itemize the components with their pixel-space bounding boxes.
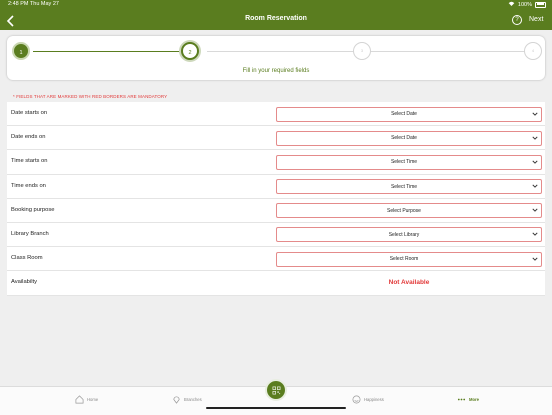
tab-home[interactable]: Home (75, 395, 98, 404)
chevron-down-icon (532, 232, 538, 237)
next-button[interactable]: Next (529, 16, 543, 23)
select-placeholder: Select Library (388, 231, 420, 238)
status-time: 2:48 PM Thu May 27 (8, 1, 59, 7)
availability-status: Not Available (388, 278, 430, 286)
tab-label: Home (87, 397, 99, 402)
qr-scan-button[interactable] (265, 379, 287, 401)
form-row-time-end: Time ends on Select Time (7, 174, 545, 199)
field-label: Library Branch (11, 230, 49, 237)
field-label: Time starts on (11, 158, 48, 165)
booking-purpose-select[interactable]: Select Purpose (276, 203, 542, 219)
step-4: 4 (524, 42, 542, 60)
form-row-library-branch: Library Branch Select Library (7, 222, 545, 248)
stepper-caption: Fill in your required fields (242, 68, 310, 74)
select-placeholder: Select Date (391, 111, 417, 117)
progress-stepper: 1 2 3 4 Fill in your required fields (7, 36, 545, 80)
field-label: Time ends on (11, 182, 46, 189)
select-placeholder: Select Time (390, 159, 418, 166)
step-3: 3 (353, 42, 371, 60)
form-row-class-room: Class Room Select Room (7, 247, 545, 272)
field-label: Availabilty (11, 279, 37, 286)
form-row-time-start: Time starts on Select Time (7, 150, 545, 175)
tab-label: More (469, 397, 480, 402)
chevron-down-icon (532, 160, 538, 164)
wifi-icon (508, 1, 515, 8)
step-2-current: 2 (181, 42, 199, 60)
mandatory-fields-note: * FIELDS THAT ARE MARKED WITH RED BORDER… (13, 94, 168, 99)
tab-label: Branches (184, 397, 202, 402)
select-placeholder: Select Room (389, 256, 419, 263)
more-dots-icon (457, 398, 466, 401)
help-icon[interactable]: ? (512, 15, 522, 25)
home-indicator (206, 407, 346, 409)
status-indicators: 100% (508, 1, 546, 8)
chevron-down-icon (532, 136, 538, 140)
tab-branches[interactable]: Branches (172, 395, 202, 404)
chevron-down-icon (532, 208, 538, 213)
field-label: Class Room (11, 255, 43, 262)
smiley-icon (352, 395, 361, 404)
form-row-date-start: Date starts on Select Date (7, 102, 545, 127)
home-icon (75, 395, 84, 404)
qr-code-icon (272, 386, 280, 394)
library-branch-select[interactable]: Select Library (276, 227, 542, 243)
reservation-form: Date starts on Select Date Date ends on … (7, 102, 545, 296)
time-start-select[interactable]: Select Time (276, 154, 542, 170)
select-placeholder: Select Time (390, 183, 418, 190)
date-start-select[interactable]: Select Date (276, 106, 542, 122)
battery-percent: 100% (517, 1, 532, 8)
form-row-date-end: Date ends on Select Date (7, 126, 545, 151)
class-room-select[interactable]: Select Room (276, 251, 542, 267)
tab-happiness[interactable]: Happiness (352, 395, 384, 404)
select-placeholder: Select Date (391, 135, 417, 142)
form-row-booking-purpose: Booking purpose Select Purpose (7, 198, 545, 223)
tab-more[interactable]: More (457, 395, 479, 404)
stepper-line-completed (33, 51, 189, 53)
date-end-select[interactable]: Select Date (276, 130, 542, 146)
time-end-select[interactable]: Select Time (276, 179, 542, 195)
field-label: Booking purpose (11, 206, 55, 213)
location-icon (173, 396, 180, 404)
form-row-availability: Availabilty Not Available (7, 271, 545, 296)
tab-label: Happiness (364, 397, 384, 402)
chevron-down-icon (532, 184, 538, 188)
page-title: Room Reservation (245, 15, 307, 22)
chevron-down-icon (532, 112, 538, 116)
battery-icon (535, 1, 546, 8)
navigation-bar: 2:48 PM Thu May 27 100% Room Reservation… (0, 0, 552, 30)
chevron-down-icon (532, 257, 538, 261)
field-label: Date ends on (11, 134, 46, 141)
step-1: 1 (12, 42, 30, 60)
field-label: Date starts on (11, 110, 48, 116)
select-placeholder: Select Purpose (387, 207, 421, 214)
